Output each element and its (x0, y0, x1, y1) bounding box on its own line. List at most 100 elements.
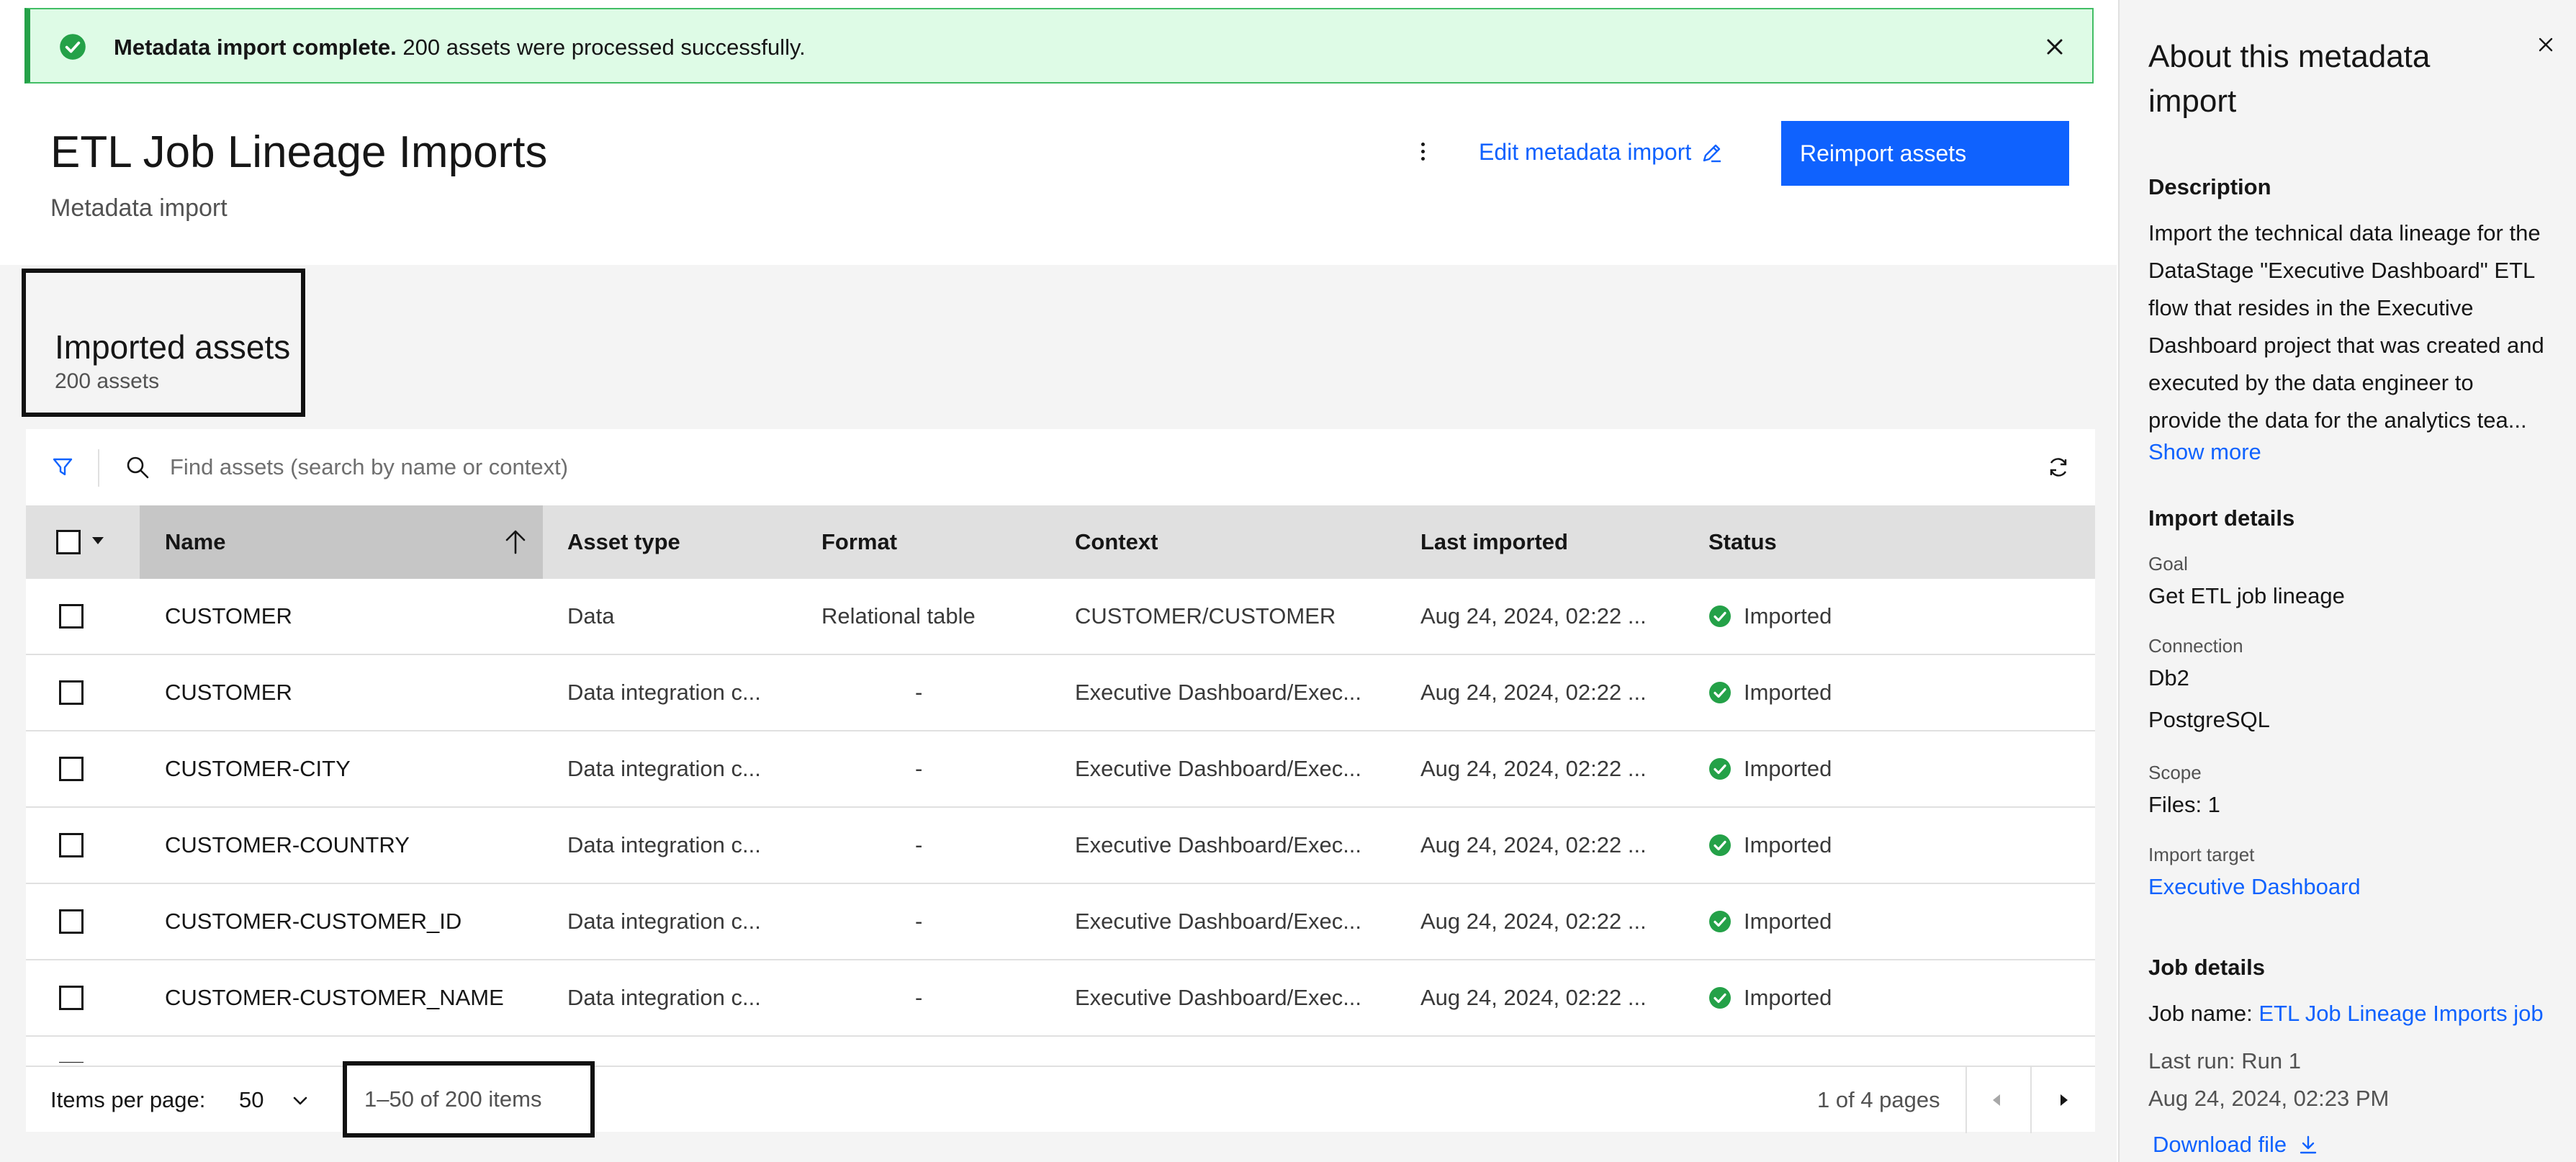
connection-value: Db2 (2148, 665, 2189, 690)
column-header-last-imported[interactable]: Last imported (1420, 505, 1568, 579)
table-row[interactable] (26, 1037, 2095, 1063)
cell-format: - (915, 985, 923, 1010)
caret-left-icon (1993, 1094, 2000, 1106)
previous-page-button[interactable] (1967, 1067, 2030, 1133)
cell-asset-type: Data (567, 603, 615, 629)
table-row[interactable]: CUSTOMER Data integration c... - Executi… (26, 655, 2095, 731)
search-icon (127, 456, 149, 479)
description-heading: Description (2148, 174, 2271, 199)
cell-status: Imported (1744, 680, 1832, 705)
table-row[interactable]: CUSTOMER-CUSTOMER_NAME Data integration … (26, 960, 2095, 1037)
table-row[interactable]: CUSTOMER-CUSTOMER_ID Data integration c.… (26, 884, 2095, 960)
caret-right-icon (2061, 1094, 2068, 1106)
row-checkbox[interactable] (59, 909, 84, 934)
table-row[interactable]: CUSTOMER-CITY Data integration c... - Ex… (26, 731, 2095, 808)
toolbar-divider (98, 449, 99, 487)
row-checkbox[interactable] (59, 1062, 84, 1063)
edit-metadata-import-link[interactable]: Edit metadata import (1479, 139, 1723, 166)
reimport-assets-button[interactable]: Reimport assets (1781, 121, 2069, 186)
cell-asset-type: Data integration c... (567, 832, 761, 857)
cell-last-imported: Aug 24, 2024, 02:22 ... (1420, 909, 1647, 934)
close-icon[interactable] (2045, 37, 2065, 57)
import-details-heading: Import details (2148, 505, 2295, 531)
filter-icon[interactable] (52, 456, 73, 478)
cell-asset-type: Data integration c... (567, 985, 761, 1010)
row-checkbox[interactable] (59, 757, 84, 781)
arrow-up-icon[interactable] (503, 528, 528, 556)
success-notification: Metadata import complete. 200 assets wer… (24, 8, 2094, 84)
job-details-heading: Job details (2148, 955, 2265, 980)
checkmark-filled-icon (1709, 911, 1731, 932)
select-all-checkbox[interactable] (56, 530, 81, 554)
table-row[interactable]: CUSTOMER-COUNTRY Data integration c... -… (26, 808, 2095, 884)
checkmark-filled-icon (1709, 605, 1731, 627)
table-body: CUSTOMER Data Relational table CUSTOMER/… (26, 579, 2095, 1063)
notification-message: Metadata import complete. 200 assets wer… (114, 9, 806, 85)
show-more-link[interactable]: Show more (2148, 439, 2261, 465)
column-header-status[interactable]: Status (1708, 505, 1777, 579)
caret-down-icon[interactable] (92, 537, 104, 544)
row-checkbox[interactable] (59, 833, 84, 857)
checkmark-filled-icon (1709, 682, 1731, 703)
cell-status: Imported (1744, 603, 1832, 629)
column-header-asset-type[interactable]: Asset type (567, 505, 680, 579)
checkmark-filled-icon (1709, 758, 1731, 780)
overflow-menu-icon[interactable] (1408, 137, 1437, 166)
edit-link-label: Edit metadata import (1479, 139, 1692, 165)
column-header-name[interactable]: Name (165, 505, 225, 579)
items-per-page-select[interactable]: 50 (239, 1067, 264, 1133)
imported-assets-header: Imported assets 200 assets (22, 269, 305, 417)
asset-count: 200 assets (55, 369, 160, 393)
cell-format: - (915, 832, 923, 857)
item-range: 1–50 of 200 items (343, 1061, 595, 1138)
row-checkbox[interactable] (59, 604, 84, 629)
chevron-down-icon[interactable] (291, 1091, 310, 1110)
last-run: Last run: Run 1 (2148, 1048, 2301, 1073)
cell-name: CUSTOMER (165, 680, 292, 705)
goal-value: Get ETL job lineage (2148, 583, 2345, 608)
download-file-label: Download file (2153, 1132, 2287, 1157)
scope-value: Files: 1 (2148, 792, 2220, 817)
cell-status: Imported (1744, 832, 1832, 857)
column-header-context[interactable]: Context (1075, 505, 1158, 579)
cell-name: CUSTOMER (165, 603, 292, 629)
next-page-button[interactable] (2032, 1067, 2095, 1133)
search-input[interactable] (170, 446, 1970, 488)
row-checkbox[interactable] (59, 986, 84, 1010)
refresh-icon[interactable] (2046, 455, 2071, 479)
checkmark-filled-icon (1709, 987, 1731, 1009)
notification-title: Metadata import complete. (114, 35, 397, 60)
about-side-panel: About this metadata import Description I… (2118, 0, 2576, 1162)
job-name-label: Job name: (2148, 1001, 2259, 1026)
main-content: Metadata import complete. 200 assets wer… (0, 0, 2117, 1162)
close-icon[interactable] (2537, 36, 2554, 53)
cell-last-imported: Aug 24, 2024, 02:22 ... (1420, 603, 1647, 629)
last-run-time: Aug 24, 2024, 02:23 PM (2148, 1086, 2390, 1111)
cell-format: - (915, 756, 923, 781)
cell-asset-type: Data integration c... (567, 756, 761, 781)
side-panel-title: About this metadata import (2148, 39, 2431, 119)
cell-format: - (915, 909, 923, 934)
cell-format: Relational table (821, 603, 976, 629)
item-range-text: 1–50 of 200 items (364, 1086, 542, 1112)
column-header-format[interactable]: Format (821, 505, 897, 579)
description-text: Import the technical data lineage for th… (2148, 220, 2544, 433)
cell-asset-type: Data integration c... (567, 680, 761, 705)
cell-context: CUSTOMER/CUSTOMER (1075, 603, 1336, 629)
cell-context: Executive Dashboard/Exec... (1075, 832, 1362, 857)
cell-last-imported: Aug 24, 2024, 02:22 ... (1420, 756, 1647, 781)
cell-status: Imported (1744, 909, 1832, 934)
import-target-link[interactable]: Executive Dashboard (2148, 874, 2361, 900)
row-checkbox[interactable] (59, 680, 84, 705)
cell-context: Executive Dashboard/Exec... (1075, 756, 1362, 781)
items-per-page-label: Items per page: (50, 1087, 206, 1112)
checkmark-filled-icon (1709, 834, 1731, 856)
checkmark-filled-icon (60, 34, 86, 60)
cell-name: CUSTOMER-CUSTOMER_ID (165, 909, 462, 934)
job-name-link[interactable]: ETL Job Lineage Imports job (2258, 1001, 2543, 1026)
connection-label: Connection (2148, 635, 2243, 657)
table-toolbar (26, 429, 2095, 505)
cell-last-imported: Aug 24, 2024, 02:22 ... (1420, 985, 1647, 1010)
table-row[interactable]: CUSTOMER Data Relational table CUSTOMER/… (26, 579, 2095, 655)
download-file-link[interactable]: Download file (2153, 1132, 2318, 1158)
